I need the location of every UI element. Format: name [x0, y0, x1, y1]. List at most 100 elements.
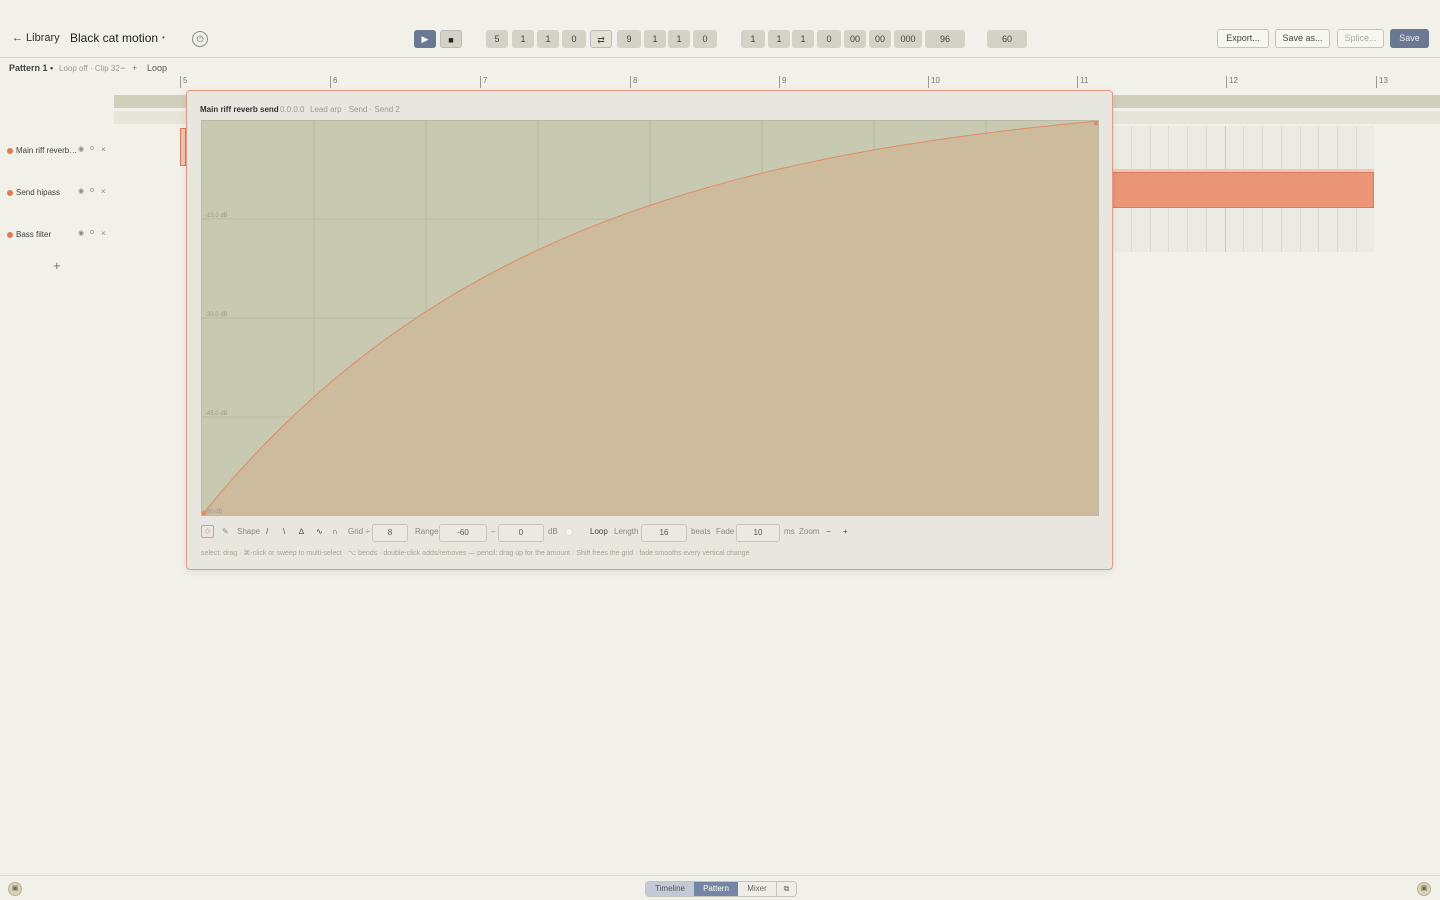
track-row[interactable]: Send hipass ◉ o × — [0, 184, 112, 204]
zoom-out-button[interactable]: − — [826, 527, 831, 536]
position-tick-field[interactable]: 0 — [562, 30, 586, 48]
timeline-ruler[interactable]: 5 6 7 8 9 10 11 12 13 — [180, 76, 1440, 90]
solo-icon[interactable]: o — [90, 187, 94, 194]
solo-icon[interactable]: o — [90, 145, 94, 152]
track-row[interactable]: Main riff reverb… ◉ o × — [0, 142, 112, 162]
zoom-label: Zoom — [799, 527, 820, 536]
loop-end-tick-field[interactable]: 0 — [693, 30, 717, 48]
pattern-bar: Pattern 1 • Loop off · Clip 32 − + Loop — [0, 59, 1440, 77]
pattern-meta: Loop off · Clip 32 — [59, 64, 120, 73]
track-name[interactable]: Main riff reverb… — [16, 146, 77, 155]
top-bar: ← Library Black cat motion • ⏻ ▶ ■ 5 1 1… — [0, 0, 1440, 58]
tempo-field[interactable]: 60 — [987, 30, 1027, 48]
tab-mixer[interactable]: Mixer — [738, 882, 776, 896]
track-name[interactable]: Send hipass — [16, 188, 60, 197]
time-field-1[interactable]: 1 — [741, 30, 765, 48]
shape-ramp-down-icon[interactable]: \ — [283, 527, 285, 536]
remove-track-icon[interactable]: × — [101, 229, 106, 238]
power-icon[interactable]: ⏻ — [192, 31, 208, 47]
pattern-zoom-out-button[interactable]: − — [120, 63, 125, 73]
editor-title: Main riff reverb send — [200, 105, 279, 114]
pattern-name[interactable]: Pattern 1 • — [9, 63, 53, 73]
track-row[interactable]: Bass filter ◉ o × — [0, 226, 112, 246]
ruler-tick: 12 — [1226, 76, 1238, 88]
play-button[interactable]: ▶ — [414, 30, 436, 48]
loop-toggle-icon[interactable]: ⇄ — [590, 30, 612, 48]
save-as-button[interactable]: Save as... — [1275, 29, 1330, 48]
ruler-tick: 13 — [1376, 76, 1388, 88]
library-back-link[interactable]: ← Library — [12, 32, 60, 44]
record-icon[interactable]: ◉ — [78, 187, 84, 195]
ruler-tick: 8 — [630, 76, 637, 88]
left-panel-toggle-icon[interactable]: ▣ — [8, 882, 22, 896]
fade-input[interactable]: 10 — [736, 524, 780, 542]
range-max-input[interactable]: 0 — [498, 524, 544, 542]
pattern-zoom-in-button[interactable]: + — [132, 63, 137, 73]
editor-hint-text: select: drag · ⌘-click or sweep to multi… — [201, 550, 750, 557]
pattern-loop-toggle[interactable]: Loop — [147, 63, 167, 73]
shape-ramp-up-icon[interactable]: / — [266, 527, 268, 536]
time-field-7[interactable]: 000 — [894, 30, 922, 48]
record-icon[interactable]: ◉ — [78, 145, 84, 153]
track-color-dot — [7, 190, 13, 196]
bottom-bar: ▣ Timeline Pattern Mixer ⧉ ▣ — [0, 875, 1440, 900]
range-separator: – — [491, 527, 496, 536]
grid-input[interactable]: 8 — [372, 524, 408, 542]
zoom-in-button[interactable]: + — [843, 527, 848, 536]
title-menu-icon[interactable]: • — [162, 33, 165, 42]
time-field-5[interactable]: 00 — [844, 30, 866, 48]
db-label: -15.0 dB — [205, 213, 228, 219]
loop-end-beat-field[interactable]: 1 — [644, 30, 666, 48]
fade-label: Fade — [716, 527, 735, 536]
loop-end-sixteenth-field[interactable]: 1 — [668, 30, 690, 48]
ruler-tick: 5 — [180, 76, 187, 88]
range-min-input[interactable]: -60 — [439, 524, 487, 542]
range-toggle[interactable] — [565, 528, 573, 536]
editor-route: Lead arp · Send · Send 2 — [310, 105, 400, 114]
curve-svg[interactable] — [202, 121, 1098, 515]
position-bar-field[interactable]: 5 — [486, 30, 508, 48]
position-sixteenth-field[interactable]: 1 — [537, 30, 559, 48]
pencil-tool-icon[interactable]: ✎ — [222, 527, 229, 536]
ppq-field[interactable]: 96 — [925, 30, 965, 48]
db-label: -45.0 dB — [205, 411, 228, 417]
grid-label: Grid ÷ — [348, 527, 370, 536]
ruler-tick: 7 — [480, 76, 487, 88]
track-name[interactable]: Bass filter — [16, 230, 51, 239]
add-track-button[interactable]: + — [53, 258, 61, 273]
popout-icon[interactable]: ⧉ — [776, 882, 796, 896]
shape-label: Shape — [237, 527, 261, 536]
export-button[interactable]: Export... — [1217, 29, 1269, 48]
shape-triangle-icon[interactable]: ∆ — [299, 527, 304, 536]
time-field-4[interactable]: 0 — [817, 30, 841, 48]
automation-curve-plot[interactable]: -15.0 dB -30.0 dB -45.0 dB -60 dB — [201, 120, 1099, 516]
loop-toggle[interactable]: Loop — [590, 527, 608, 536]
right-panel-toggle-icon[interactable]: ▣ — [1417, 882, 1431, 896]
length-unit: beats — [691, 527, 711, 536]
time-field-2[interactable]: 1 — [768, 30, 790, 48]
time-field-6[interactable]: 00 — [869, 30, 891, 48]
time-field-3[interactable]: 1 — [792, 30, 814, 48]
loop-end-bar-field[interactable]: 9 — [617, 30, 641, 48]
remove-track-icon[interactable]: × — [101, 187, 106, 196]
tab-timeline[interactable]: Timeline — [646, 882, 694, 896]
solo-icon[interactable]: o — [90, 229, 94, 236]
save-button[interactable]: Save — [1390, 29, 1429, 48]
track-color-dot — [7, 232, 13, 238]
record-icon[interactable]: ◉ — [78, 229, 84, 237]
shape-curve-icon[interactable]: ∿ — [316, 527, 323, 536]
length-input[interactable]: 16 — [641, 524, 687, 542]
ruler-tick: 9 — [779, 76, 786, 88]
automation-editor-panel: Main riff reverb send 0.0.0.0 Lead arp ·… — [186, 90, 1113, 570]
stop-button[interactable]: ■ — [440, 30, 462, 48]
splice-button[interactable]: Splice... — [1337, 29, 1384, 48]
tab-pattern[interactable]: Pattern — [694, 882, 738, 896]
shape-hump-icon[interactable]: ∩ — [332, 527, 338, 536]
select-tool-icon[interactable]: ◇ — [201, 525, 214, 538]
range-label: Range — [415, 527, 439, 536]
document-title[interactable]: Black cat motion — [70, 31, 158, 45]
remove-track-icon[interactable]: × — [101, 145, 106, 154]
view-switcher: Timeline Pattern Mixer ⧉ — [645, 881, 797, 897]
automation-clip[interactable] — [1112, 172, 1374, 208]
position-beat-field[interactable]: 1 — [512, 30, 534, 48]
